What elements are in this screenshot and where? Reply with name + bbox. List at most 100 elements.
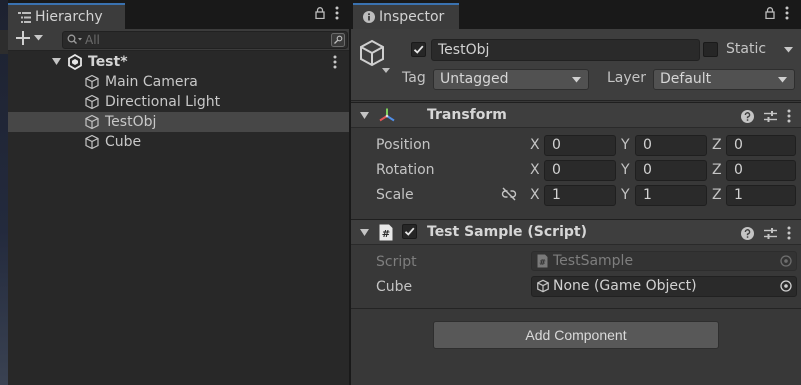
position-y-label[interactable]: Y [621,137,630,153]
presets-sliders-icon[interactable] [764,110,777,123]
script-label: Script [376,254,417,270]
scale-label: Scale [376,187,414,203]
position-y-field[interactable]: 0 [635,135,707,156]
foldout-arrow-icon[interactable] [360,229,369,237]
rotation-label: Rotation [376,162,435,178]
object-picker-icon[interactable] [779,279,793,293]
script-component-title: Test Sample (Script) [427,224,587,240]
transform-header[interactable]: Transform [351,102,801,128]
position-label: Position [376,137,431,153]
help-icon[interactable] [741,109,754,123]
gameobject-cube-icon [85,94,99,110]
scale-z-field[interactable]: 1 [726,185,796,206]
scale-z-label[interactable]: Z [712,187,722,203]
script-reference-field: # TestSample [531,251,797,271]
static-dropdown-arrow-icon[interactable] [784,47,793,53]
inspector-tabbar: Inspector [351,0,801,29]
svg-text:#: # [539,258,546,267]
gameobject-cube-icon [85,114,99,130]
position-z-label[interactable]: Z [712,137,722,153]
position-x-label[interactable]: X [530,137,540,153]
scene-root-row[interactable]: Test* [8,52,349,72]
help-icon[interactable] [741,226,754,240]
object-picker-icon [779,254,793,268]
rotation-y-field[interactable]: 0 [635,160,707,181]
unity-scene-icon [68,54,82,70]
kebab-menu-icon[interactable] [335,6,339,20]
kebab-menu-icon[interactable] [785,6,789,20]
create-add-button[interactable] [16,31,43,45]
search-filter-icon[interactable] [331,33,345,47]
gameobject-active-checkbox[interactable] [411,42,426,57]
scale-x-label[interactable]: X [530,187,540,203]
hierarchy-item-selected[interactable]: TestObj [8,112,349,132]
plus-icon [16,31,30,45]
scene-kebab-icon[interactable] [333,55,337,69]
tag-label: Tag [402,70,426,86]
scale-x-field[interactable]: 1 [544,185,616,206]
foldout-arrow-icon[interactable] [360,112,369,120]
hierarchy-toolbar [8,29,349,51]
gameobject-icon[interactable] [359,39,391,75]
static-label: Static [726,41,767,57]
components-divider [351,308,801,309]
foldout-arrow-icon[interactable] [52,58,61,66]
chevron-down-icon [34,35,43,41]
add-component-button[interactable]: Add Component [433,321,719,349]
gameobject-name-field[interactable]: TestObj [431,39,700,61]
cube-object-field[interactable]: None (Game Object) [531,276,797,297]
script-enabled-checkbox[interactable] [402,224,417,239]
scale-y-label[interactable]: Y [621,187,630,203]
hierarchy-item-label: Cube [105,134,142,150]
hierarchy-panel: Hierarchy Tes [8,0,349,385]
tag-dropdown-value: Untagged [440,71,509,87]
position-z-field[interactable]: 0 [726,135,796,156]
presets-sliders-icon[interactable] [764,227,777,240]
tab-inspector[interactable]: Inspector [353,3,459,29]
layer-dropdown[interactable]: Default [653,69,795,90]
chevron-down-icon [778,77,787,83]
script-component-header[interactable]: # Test Sample (Script) [351,219,801,245]
layer-label: Layer [607,70,647,86]
tab-hierarchy[interactable]: Hierarchy [8,3,125,29]
rotation-z-field[interactable]: 0 [726,160,796,181]
hierarchy-item[interactable]: Directional Light [8,92,349,112]
gameobject-cube-icon [536,279,550,293]
rotation-y-label[interactable]: Y [621,162,630,178]
hierarchy-list-icon [18,11,31,23]
hierarchy-item-label: Directional Light [105,94,221,110]
hierarchy-search-field [62,31,348,49]
gameobject-cube-icon [85,74,99,90]
inspector-panel: Inspector TestObj Static Tag Untagged La… [351,0,801,385]
component-kebab-icon[interactable] [787,109,791,123]
hierarchy-tree: Test* Main Camera Directional Light Test… [8,52,349,152]
hierarchy-item-label: TestObj [105,114,157,130]
rotation-z-label[interactable]: Z [712,162,722,178]
scene-view-edge [0,0,8,385]
transform-icon [378,107,396,123]
rotation-x-label[interactable]: X [530,162,540,178]
position-x-field[interactable]: 0 [544,135,616,156]
lock-icon[interactable] [765,7,775,19]
component-kebab-icon[interactable] [787,226,791,240]
inspector-tab-label: Inspector [379,9,445,25]
csharp-script-icon: # [537,254,548,268]
lock-icon[interactable] [315,7,325,19]
checkmark-icon [413,45,424,54]
hierarchy-tabbar: Hierarchy [8,0,349,29]
static-checkbox[interactable] [703,42,718,57]
info-icon [363,11,375,23]
hierarchy-item[interactable]: Main Camera [8,72,349,92]
layer-dropdown-value: Default [660,71,712,87]
chevron-down-icon [572,77,581,83]
rotation-x-field[interactable]: 0 [544,160,616,181]
search-input[interactable] [85,32,315,48]
scene-toolbar-stub [0,30,8,54]
hierarchy-item-label: Main Camera [105,74,198,90]
cube-object-value: None (Game Object) [553,278,697,294]
constrain-proportions-link-icon[interactable] [501,187,517,201]
scale-y-field[interactable]: 1 [635,185,707,206]
hierarchy-item[interactable]: Cube [8,132,349,152]
tag-dropdown[interactable]: Untagged [433,69,589,90]
svg-text:#: # [382,229,390,240]
